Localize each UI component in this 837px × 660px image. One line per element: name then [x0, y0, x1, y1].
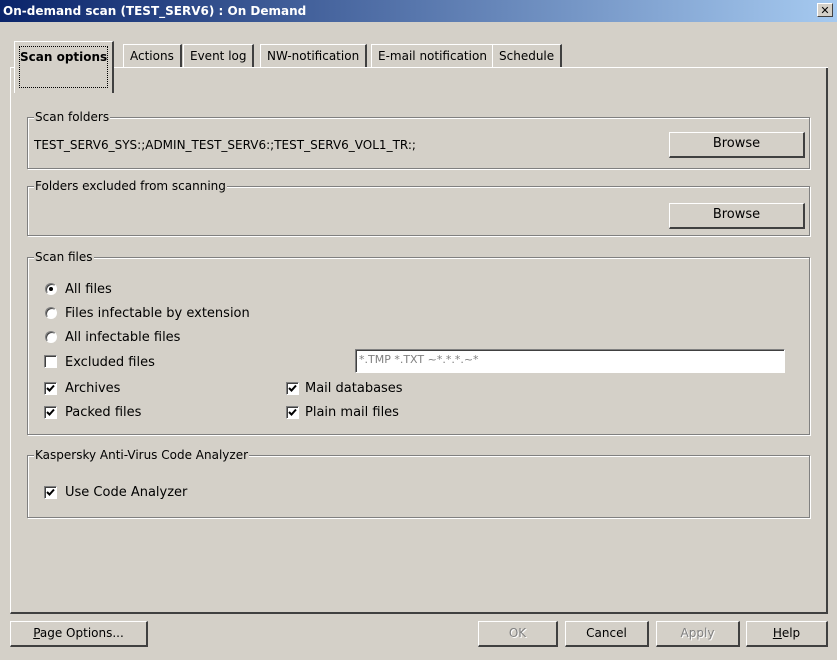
all-files-label[interactable]: All files [65, 282, 112, 298]
window-title: On-demand scan (TEST_SERV6) : On Demand [3, 4, 307, 18]
help-text: elp [781, 626, 801, 640]
tab-label: NW-notification [267, 49, 360, 63]
excluded-mask-input[interactable]: *.TMP *.TXT ~*.*.*.~* [355, 349, 785, 373]
packed-files-checkbox[interactable] [44, 406, 57, 419]
tab-divider [10, 67, 828, 68]
tab-email-notification[interactable]: E-mail notification [371, 44, 495, 68]
checkmark-icon [46, 408, 55, 416]
help-mnemonic: H [772, 626, 782, 640]
checkmark-icon [46, 488, 55, 496]
checkmark-icon [288, 384, 297, 392]
tab-event-log[interactable]: Event log [183, 44, 255, 68]
mail-databases-checkbox[interactable] [286, 382, 299, 395]
apply-button[interactable]: Apply [656, 621, 740, 647]
code-analyzer-label: Kaspersky Anti-Virus Code Analyzer [34, 448, 250, 462]
all-infectable-label[interactable]: All infectable files [65, 330, 180, 346]
archives-checkbox[interactable] [44, 382, 57, 395]
tab-label: Event log [190, 49, 247, 63]
scan-files-label: Scan files [34, 250, 94, 264]
tab-label: Scan options [20, 50, 108, 64]
excluded-folders-browse-button[interactable]: Browse [669, 203, 805, 229]
excluded-folders-label: Folders excluded from scanning [34, 179, 227, 193]
archives-label[interactable]: Archives [65, 381, 120, 397]
close-icon[interactable]: ✕ [817, 3, 833, 17]
mail-databases-label[interactable]: Mail databases [305, 381, 403, 397]
tab-label: Actions [130, 49, 174, 63]
tab-actions[interactable]: Actions [123, 44, 182, 68]
radio-dot [49, 287, 53, 291]
use-code-analyzer-checkbox[interactable] [44, 486, 57, 499]
tab-label: E-mail notification [378, 49, 487, 63]
page-options-mnemonic: P [33, 626, 40, 640]
infectable-by-extension-label[interactable]: Files infectable by extension [65, 306, 250, 322]
scan-files-group: Scan files [27, 250, 810, 435]
page-options-text: age Options... [39, 626, 124, 640]
tab-scan-options[interactable]: Scan options [14, 41, 115, 93]
plain-mail-label[interactable]: Plain mail files [305, 405, 399, 421]
scan-folders-browse-button[interactable]: Browse [669, 132, 805, 158]
packed-files-label[interactable]: Packed files [65, 405, 141, 421]
checkmark-icon [46, 384, 55, 392]
cancel-button[interactable]: Cancel [565, 621, 649, 647]
tab-label: Schedule [499, 49, 555, 63]
tab-nw-notification[interactable]: NW-notification [260, 44, 368, 68]
all-infectable-radio[interactable] [45, 331, 57, 343]
checkmark-icon [288, 408, 297, 416]
tab-schedule[interactable]: Schedule [492, 44, 563, 68]
excluded-files-checkbox[interactable] [44, 355, 57, 368]
scan-folders-path: TEST_SERV6_SYS:;ADMIN_TEST_SERV6:;TEST_S… [34, 138, 416, 152]
help-button[interactable]: Help [746, 621, 828, 647]
plain-mail-checkbox[interactable] [286, 406, 299, 419]
excluded-files-label[interactable]: Excluded files [65, 355, 155, 371]
ok-button[interactable]: OK [478, 621, 558, 647]
scan-folders-label: Scan folders [34, 110, 111, 124]
page-options-button[interactable]: Page Options... [10, 621, 148, 647]
infectable-by-extension-radio[interactable] [45, 307, 57, 319]
use-code-analyzer-label[interactable]: Use Code Analyzer [65, 485, 187, 501]
all-files-radio[interactable] [45, 283, 57, 295]
title-bar: On-demand scan (TEST_SERV6) : On Demand … [0, 0, 837, 22]
